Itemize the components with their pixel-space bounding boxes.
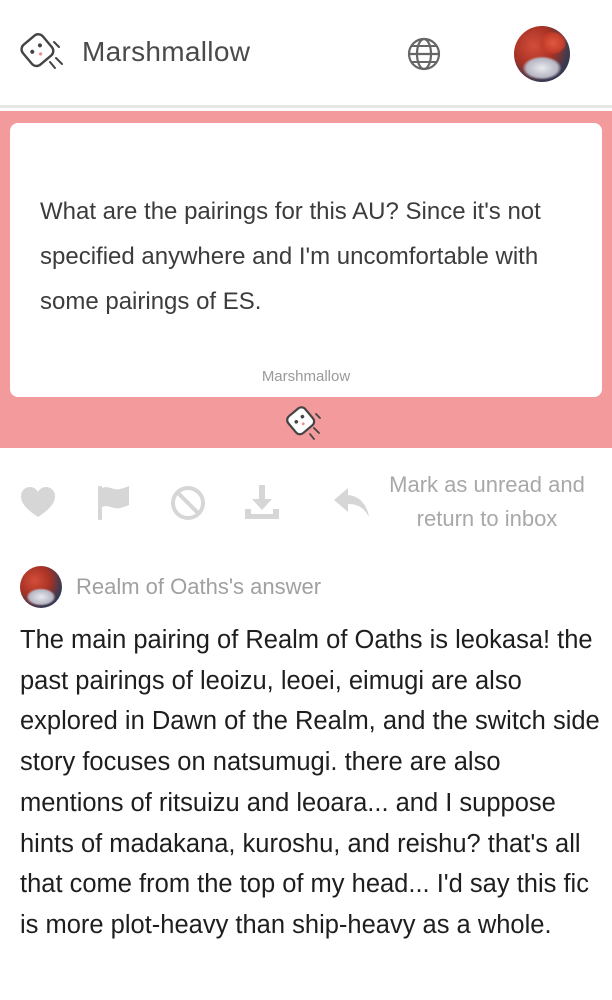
reply-icon[interactable]	[332, 483, 372, 523]
app-title[interactable]: Marshmallow	[82, 36, 250, 68]
marshmallow-mascot-icon[interactable]	[18, 28, 72, 78]
question-source-label: Marshmallow	[261, 368, 351, 385]
block-icon[interactable]	[168, 483, 208, 523]
marshmallow-mascot-icon	[286, 406, 321, 440]
user-avatar[interactable]	[514, 26, 570, 82]
answerer-avatar	[20, 566, 62, 608]
globe-icon[interactable]	[406, 36, 442, 72]
question-card: What are the pairings for this AU? Since…	[10, 123, 602, 397]
answer-text: The main pairing of Realm of Oaths is le…	[20, 626, 600, 939]
question-text: What are the pairings for this AU? Since…	[40, 198, 541, 315]
download-icon[interactable]	[242, 483, 282, 523]
mark-unread-button[interactable]: Mark as unread and return to inbox	[372, 468, 602, 536]
top-header: Marshmallow	[0, 0, 612, 108]
heart-icon[interactable]	[18, 483, 58, 523]
flag-icon[interactable]	[94, 483, 134, 523]
answer-label: Realm of Oaths's answer	[76, 574, 322, 599]
